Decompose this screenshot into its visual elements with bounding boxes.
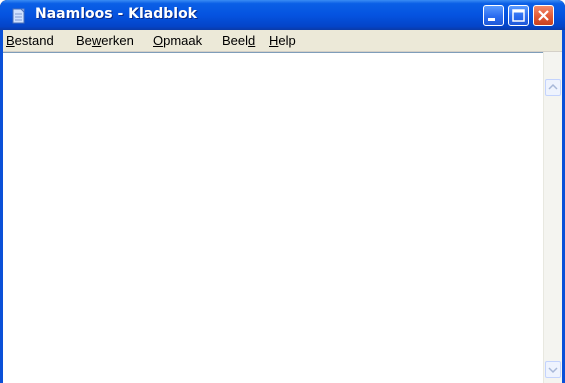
menu-accesskey: w xyxy=(91,33,102,48)
menu-label-pre: Beel xyxy=(222,33,249,48)
menu-label-post: estand xyxy=(14,33,54,48)
menu-bewerken[interactable]: Bewerken xyxy=(76,33,134,48)
menu-help[interactable]: Help xyxy=(269,33,296,48)
notepad-icon[interactable] xyxy=(12,8,26,24)
chevron-up-icon xyxy=(548,83,558,90)
text-edit-area[interactable] xyxy=(3,52,562,383)
close-icon xyxy=(538,10,549,21)
minimize-icon xyxy=(488,18,495,21)
menu-bestand[interactable]: Bestand xyxy=(6,33,54,48)
menu-label-post: elp xyxy=(278,33,296,48)
scroll-down-button[interactable] xyxy=(545,361,561,378)
title-bar[interactable]: Naamloos - Kladblok xyxy=(0,0,565,30)
minimize-button[interactable] xyxy=(483,5,504,26)
menu-bar: Bestand Bewerken Opmaak Beeld Help xyxy=(3,30,562,52)
menu-label-post: pmaak xyxy=(163,33,203,48)
close-button[interactable] xyxy=(533,5,554,26)
menu-opmaak[interactable]: Opmaak xyxy=(153,33,202,48)
menu-beeld[interactable]: Beeld xyxy=(222,33,255,48)
maximize-button[interactable] xyxy=(508,5,529,26)
document-text-input[interactable] xyxy=(11,78,535,382)
scroll-up-button[interactable] xyxy=(545,79,561,96)
notepad-window: Naamloos - Kladblok Bestand Bewerken Opm… xyxy=(0,0,565,383)
menu-accesskey: H xyxy=(269,33,279,48)
window-title: Naamloos - Kladblok xyxy=(35,6,197,22)
menu-accesskey: O xyxy=(153,33,164,48)
menu-label-pre: Be xyxy=(76,33,92,48)
vertical-scrollbar[interactable] xyxy=(543,52,562,383)
menu-accesskey: d xyxy=(248,33,256,48)
maximize-icon xyxy=(512,9,525,22)
menu-accesskey: B xyxy=(6,33,15,48)
chevron-down-icon xyxy=(548,367,558,374)
menu-label-post: erken xyxy=(101,33,134,48)
